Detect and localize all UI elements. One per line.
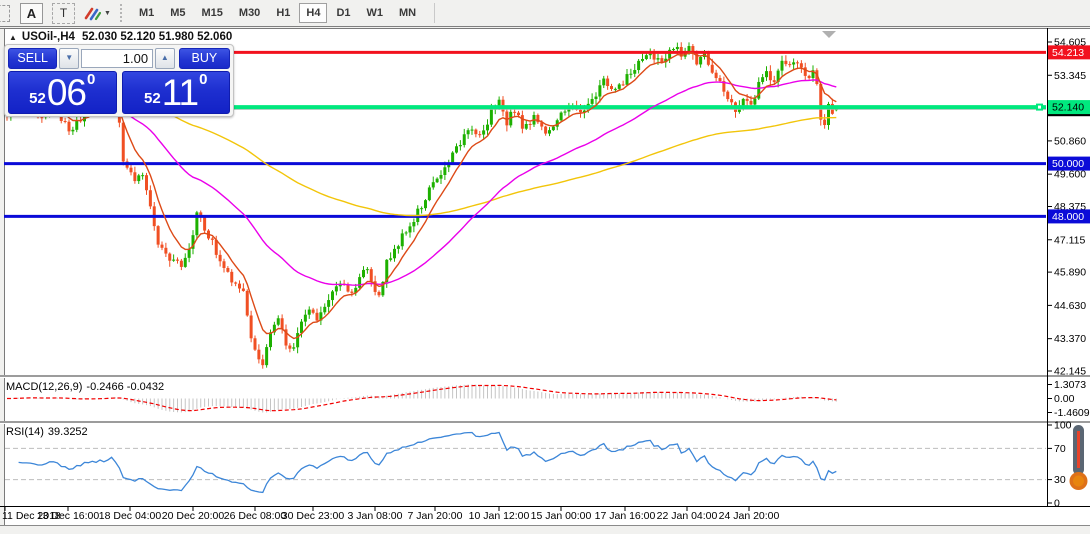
buy-price-big-figure: 52 (144, 90, 161, 107)
buy-button[interactable]: BUY (179, 48, 230, 69)
text-annotation-button[interactable]: A (20, 3, 43, 24)
tab-timeframe-mn[interactable]: MN (392, 3, 423, 23)
price-axis-label: 44.630 (1054, 300, 1086, 312)
svg-text:50.000: 50.000 (1052, 158, 1084, 170)
collapse-panel-icon[interactable]: ▲ (9, 33, 17, 42)
tab-timeframe-m30[interactable]: M30 (232, 3, 267, 23)
time-axis-label: 30 Dec 23:00 (282, 510, 345, 522)
text-label-button[interactable]: T (52, 3, 75, 24)
time-axis-label: 22 Jan 04:00 (657, 510, 718, 522)
tab-timeframe-m5[interactable]: M5 (163, 3, 192, 23)
tab-timeframe-d1[interactable]: D1 (329, 3, 357, 23)
price-axis-label: 42.145 (1054, 366, 1086, 378)
timeframe-toolbar: M1M5M15M30H1H4D1W1MN (131, 3, 424, 23)
tab-timeframe-h4[interactable]: H4 (299, 3, 327, 23)
sell-price-display[interactable]: 52060 (8, 71, 117, 114)
svg-text:54.213: 54.213 (1052, 47, 1084, 59)
time-axis-label: 7 Jan 20:00 (408, 510, 463, 522)
cursor-tool-icon[interactable]: F (0, 5, 10, 22)
time-axis-label: 3 Jan 08:00 (348, 510, 403, 522)
price-axis-label: 43.370 (1054, 333, 1086, 345)
chevron-down-icon: ▼ (65, 53, 73, 62)
toolbar-grip[interactable] (120, 4, 125, 22)
chevron-up-icon: ▲ (161, 53, 169, 62)
status-bar (0, 525, 1090, 534)
macd-axis-label: -1.4609 (1054, 407, 1090, 419)
rsi-value: 39.3252 (48, 426, 88, 438)
price-axis-label: 45.890 (1054, 267, 1086, 279)
rsi-label: RSI(14)39.3252 (6, 426, 88, 438)
svg-text:48.000: 48.000 (1052, 211, 1084, 223)
time-axis-label: 26 Dec 08:00 (224, 510, 287, 522)
time-axis-label: 10 Jan 12:00 (469, 510, 530, 522)
macd-values: -0.2466 -0.0432 (86, 381, 164, 393)
thermometer-icon (1064, 424, 1090, 496)
sell-price-point: 0 (87, 71, 95, 88)
rsi-axis-label: 0 (1054, 498, 1060, 510)
tab-timeframe-m15[interactable]: M15 (195, 3, 230, 23)
tab-timeframe-m1[interactable]: M1 (132, 3, 161, 23)
sell-price-big-figure: 52 (29, 90, 46, 107)
trading-platform-window: 54.60553.34550.86049.60048.37547.11545.8… (0, 0, 1090, 534)
macd-label: MACD(12,26,9)-0.2466 -0.0432 (6, 381, 164, 393)
svg-text:52.140: 52.140 (1052, 102, 1084, 114)
price-axis-label: 47.115 (1054, 234, 1085, 246)
volume-decrease-button[interactable]: ▼ (59, 48, 79, 69)
time-axis-label: 18 Dec 04:00 (99, 510, 162, 522)
price-axis-label: 50.860 (1054, 135, 1086, 147)
price-axis-label: 53.345 (1054, 70, 1086, 82)
draw-arrows-button[interactable]: ▼ (84, 6, 111, 21)
crayons-icon (84, 6, 101, 21)
symbol-title: USOil-,H4 (22, 31, 75, 43)
sell-button[interactable]: SELL (8, 48, 57, 69)
one-click-trading-panel: SELL ▼ ▲ BUY 52060 52110 (4, 44, 234, 117)
macd-axis-label: 1.3073 (1054, 379, 1086, 391)
buy-price-point: 0 (199, 71, 207, 88)
main-toolbar: F A T ▼ M1M5M15M30H1H4D1W1MN (0, 0, 1090, 27)
volume-input[interactable] (81, 49, 153, 68)
sell-price-pips: 06 (47, 77, 86, 110)
tab-timeframe-h1[interactable]: H1 (269, 3, 297, 23)
time-axis-label: 17 Jan 16:00 (595, 510, 656, 522)
time-axis-label: 13 Dec 16:00 (37, 510, 100, 522)
buy-price-pips: 11 (162, 77, 198, 110)
buy-price-display[interactable]: 52110 (122, 71, 231, 114)
toolbar-separator (434, 3, 435, 23)
time-axis-label: 20 Dec 20:00 (162, 510, 225, 522)
ohlc-values: 52.030 52.120 51.980 52.060 (82, 31, 232, 43)
tab-timeframe-w1[interactable]: W1 (360, 3, 391, 23)
time-axis-label: 15 Jan 00:00 (531, 510, 592, 522)
macd-axis-label: 0.00 (1054, 393, 1075, 405)
chevron-down-icon: ▼ (104, 10, 111, 17)
volume-increase-button[interactable]: ▲ (155, 48, 175, 69)
thermometer-widget (1064, 424, 1090, 496)
time-axis-label: 24 Jan 20:00 (719, 510, 780, 522)
chart-header: ▲ USOil-,H4 52.030 52.120 51.980 52.060 (9, 31, 232, 43)
